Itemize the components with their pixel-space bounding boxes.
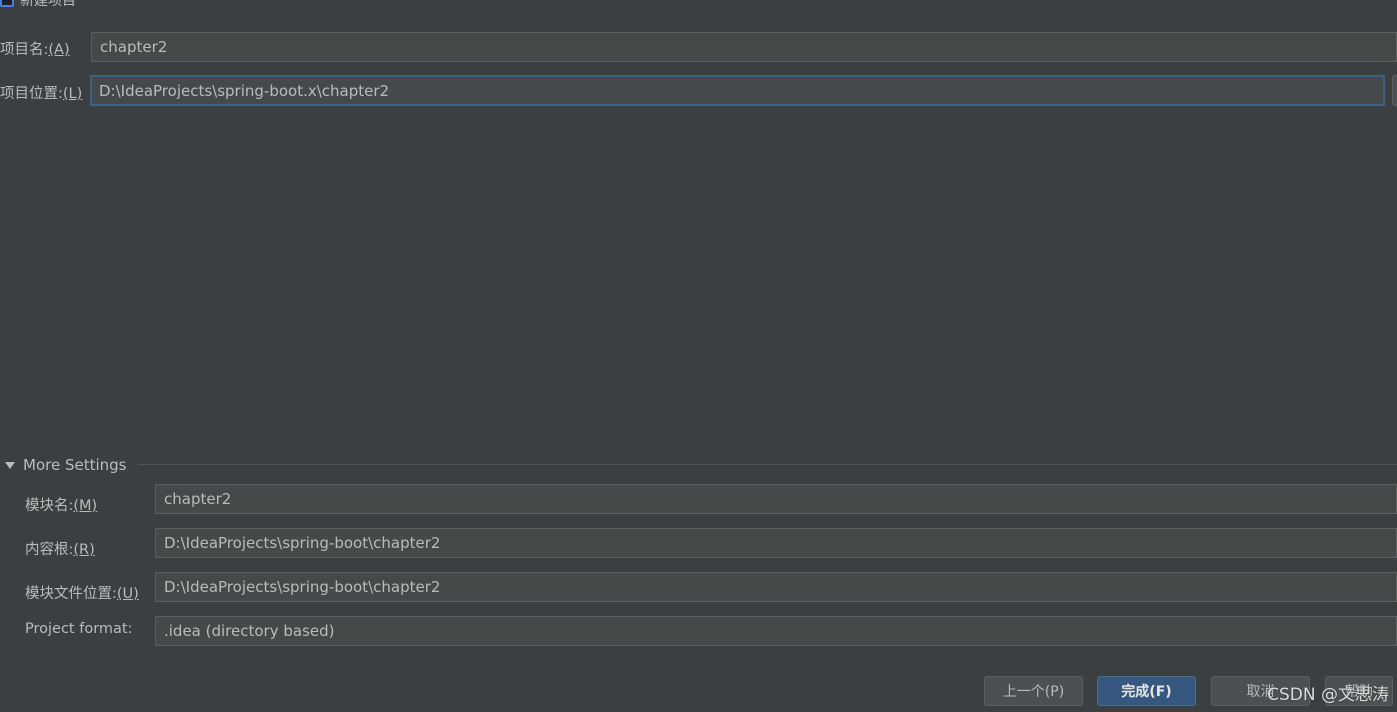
project-format-select[interactable]: .idea (directory based) (155, 616, 1397, 646)
project-name-value: chapter2 (100, 38, 168, 56)
project-format-value: .idea (directory based) (164, 622, 335, 640)
module-file-location-value: D:\IdeaProjects\spring-boot\chapter2 (164, 578, 441, 596)
content-root-label: 内容根:(R) (25, 542, 95, 558)
module-name-value: chapter2 (164, 490, 232, 508)
project-name-input[interactable]: chapter2 (91, 32, 1397, 62)
collapse-triangle-icon (5, 461, 15, 469)
more-settings-title: More Settings (23, 456, 127, 474)
project-location-value: D:\IdeaProjects\spring-boot.x\chapter2 (99, 81, 390, 100)
module-name-label: 模块名:(M) (25, 498, 98, 514)
section-divider (138, 464, 1397, 465)
project-format-label: Project format: (25, 621, 133, 637)
window-title-bar: 新建项目 (0, 0, 76, 10)
previous-button[interactable]: 上一个(P) (984, 676, 1083, 706)
content-root-input[interactable]: D:\IdeaProjects\spring-boot\chapter2 (155, 528, 1397, 558)
content-root-value: D:\IdeaProjects\spring-boot\chapter2 (164, 534, 441, 552)
window-title: 新建项目 (20, 0, 76, 9)
finish-button[interactable]: 完成(F) (1097, 676, 1196, 706)
module-file-location-label: 模块文件位置:(U) (25, 586, 139, 602)
project-location-label: 项目位置:(L) (0, 86, 83, 102)
intellij-app-icon (0, 0, 14, 7)
csdn-watermark: CSDN @文思涛 (1267, 685, 1389, 705)
module-name-input[interactable]: chapter2 (155, 484, 1397, 514)
browse-folder-button[interactable] (1392, 75, 1397, 106)
project-name-label: 项目名:(A) (0, 42, 70, 58)
more-settings-toggle[interactable]: More Settings (5, 453, 126, 477)
project-location-input[interactable]: D:\IdeaProjects\spring-boot.x\chapter2 (90, 75, 1385, 106)
module-file-location-input[interactable]: D:\IdeaProjects\spring-boot\chapter2 (155, 572, 1397, 602)
